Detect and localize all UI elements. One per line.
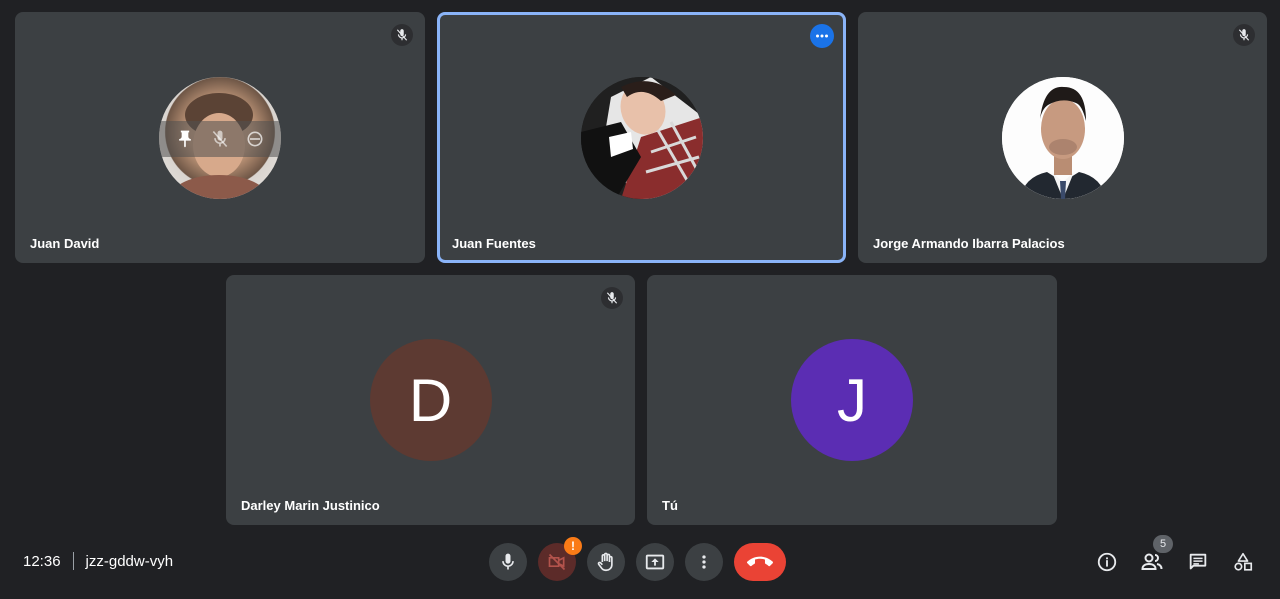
mic-off-icon [391, 24, 413, 46]
more-options-icon[interactable] [810, 24, 834, 48]
more-vert-icon [702, 555, 706, 569]
camera-alert-badge: ! [564, 537, 582, 555]
divider [72, 552, 74, 570]
participant-tile-self[interactable]: J Tú [647, 275, 1057, 525]
raise-hand-icon [597, 552, 613, 572]
mic-button[interactable] [489, 543, 527, 581]
camera-off-icon [548, 553, 566, 571]
info-icon [1097, 552, 1117, 572]
avatar [580, 76, 703, 199]
participant-name: Juan Fuentes [452, 236, 536, 251]
clock-time: 12:36 [23, 552, 61, 570]
camera-button[interactable]: ! [538, 537, 582, 581]
activities-button[interactable] [1230, 549, 1256, 575]
mute-participant-icon[interactable] [210, 129, 230, 149]
meeting-code: jzz-gddw-vyh [85, 552, 174, 570]
participant-name: Darley Marin Justinico [241, 498, 380, 513]
activities-icon [1234, 552, 1253, 571]
people-button[interactable] [1139, 549, 1165, 575]
chat-button[interactable] [1185, 549, 1211, 575]
hover-controls [159, 120, 281, 157]
participant-tile-darley[interactable]: D Darley Marin Justinico [226, 275, 635, 525]
pin-icon[interactable] [175, 129, 195, 149]
end-call-icon [747, 556, 773, 567]
meeting-details: 12:36 jzz-gddw-vyh [23, 552, 173, 570]
avatar-letter: D [369, 339, 492, 461]
avatar-letter: J [791, 339, 913, 461]
mic-icon [502, 553, 514, 570]
participant-name: Tú [662, 498, 678, 513]
participant-tile-juan-fuentes[interactable]: Juan Fuentes [437, 12, 846, 263]
raise-hand-button[interactable] [587, 543, 625, 581]
remove-participant-icon[interactable] [245, 129, 265, 149]
avatar [159, 76, 281, 199]
mic-off-icon [601, 287, 623, 309]
meeting-info-button[interactable] [1094, 549, 1120, 575]
participant-tile-juan-david[interactable]: Juan David [15, 12, 425, 263]
mic-off-icon [1233, 24, 1255, 46]
end-call-button[interactable] [734, 543, 786, 581]
avatar [1001, 76, 1124, 199]
participant-name: Juan David [30, 236, 100, 251]
chat-icon [1189, 553, 1207, 570]
present-button[interactable] [636, 543, 674, 581]
participant-name: Jorge Armando Ibarra Palacios [873, 236, 1065, 251]
present-screen-icon [645, 554, 665, 570]
participant-tile-jorge-armando[interactable]: Jorge Armando Ibarra Palacios [858, 12, 1267, 263]
more-options-button[interactable] [685, 543, 723, 581]
people-icon [1141, 553, 1163, 570]
